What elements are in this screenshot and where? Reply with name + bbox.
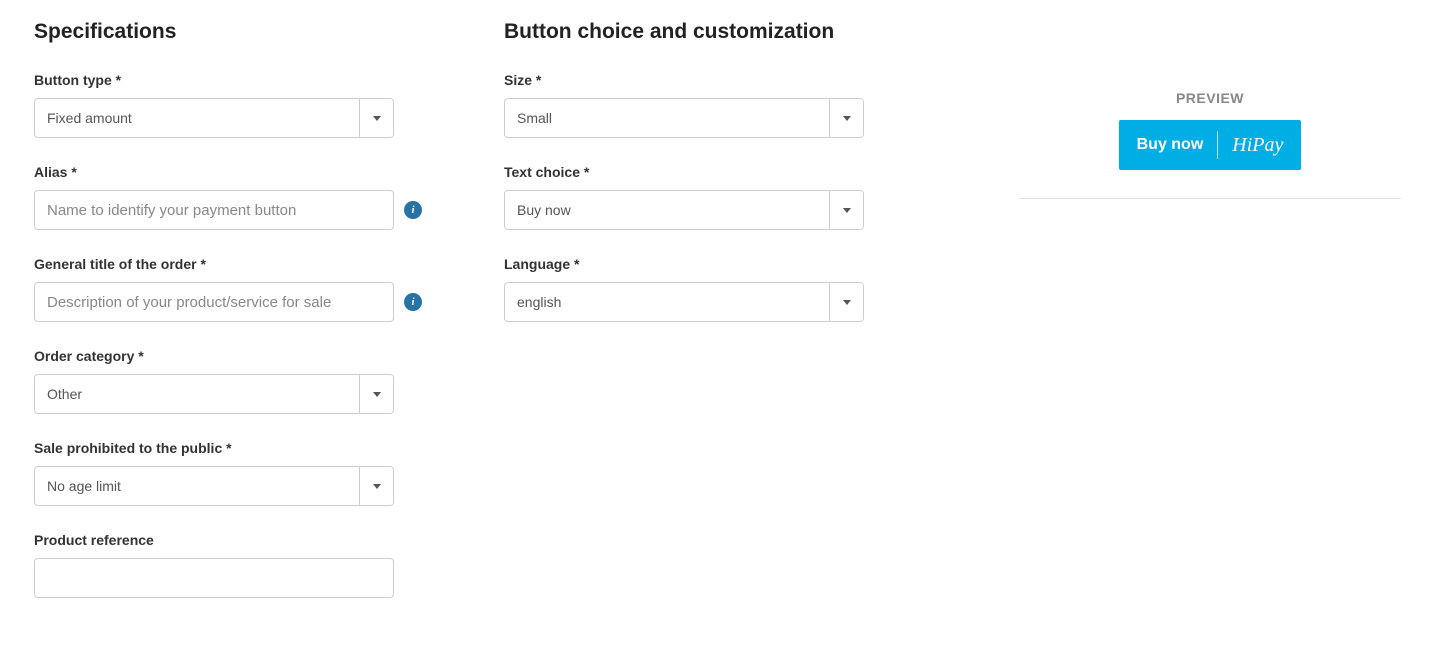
alias-field: Alias * i bbox=[34, 164, 464, 230]
product-reference-input-wrap bbox=[34, 558, 394, 598]
chevron-down-icon bbox=[373, 116, 381, 121]
divider-icon bbox=[1217, 131, 1218, 159]
preview-title: PREVIEW bbox=[1019, 90, 1401, 106]
sale-prohibited-field: Sale prohibited to the public * No age l… bbox=[34, 440, 464, 506]
language-label: Language * bbox=[504, 256, 899, 272]
buy-now-text: Buy now bbox=[1137, 136, 1204, 154]
alias-input-wrap bbox=[34, 190, 394, 230]
size-value: Small bbox=[505, 99, 829, 137]
chevron-down-icon bbox=[843, 116, 851, 121]
general-title-field: General title of the order * i bbox=[34, 256, 464, 322]
info-icon[interactable]: i bbox=[404, 293, 422, 311]
order-category-select[interactable]: Other bbox=[34, 374, 394, 414]
sale-prohibited-caret[interactable] bbox=[359, 467, 393, 505]
order-category-label: Order category * bbox=[34, 348, 464, 364]
text-choice-label: Text choice * bbox=[504, 164, 899, 180]
language-select[interactable]: english bbox=[504, 282, 864, 322]
product-reference-input[interactable] bbox=[35, 559, 393, 597]
size-label: Size * bbox=[504, 72, 899, 88]
sale-prohibited-label: Sale prohibited to the public * bbox=[34, 440, 464, 456]
text-choice-select[interactable]: Buy now bbox=[504, 190, 864, 230]
general-title-input-wrap bbox=[34, 282, 394, 322]
general-title-input[interactable] bbox=[35, 283, 393, 321]
general-title-label: General title of the order * bbox=[34, 256, 464, 272]
specifications-heading: Specifications bbox=[34, 20, 464, 44]
chevron-down-icon bbox=[373, 392, 381, 397]
language-field: Language * english bbox=[504, 256, 899, 322]
sale-prohibited-select[interactable]: No age limit bbox=[34, 466, 394, 506]
button-type-field: Button type * Fixed amount bbox=[34, 72, 464, 138]
order-category-caret[interactable] bbox=[359, 375, 393, 413]
product-reference-field: Product reference bbox=[34, 532, 464, 598]
hipay-logo: HiPay bbox=[1232, 134, 1283, 157]
button-type-caret[interactable] bbox=[359, 99, 393, 137]
button-type-select[interactable]: Fixed amount bbox=[34, 98, 394, 138]
chevron-down-icon bbox=[843, 208, 851, 213]
size-caret[interactable] bbox=[829, 99, 863, 137]
alias-input[interactable] bbox=[35, 191, 393, 229]
alias-label: Alias * bbox=[34, 164, 464, 180]
info-icon[interactable]: i bbox=[404, 201, 422, 219]
language-caret[interactable] bbox=[829, 283, 863, 321]
language-value: english bbox=[505, 283, 829, 321]
button-type-value: Fixed amount bbox=[35, 99, 359, 137]
chevron-down-icon bbox=[843, 300, 851, 305]
button-type-label: Button type * bbox=[34, 72, 464, 88]
text-choice-field: Text choice * Buy now bbox=[504, 164, 899, 230]
size-select[interactable]: Small bbox=[504, 98, 864, 138]
buy-now-button[interactable]: Buy now HiPay bbox=[1119, 120, 1302, 170]
order-category-field: Order category * Other bbox=[34, 348, 464, 414]
customization-heading: Button choice and customization bbox=[504, 20, 899, 44]
preview-divider bbox=[1019, 198, 1401, 199]
text-choice-value: Buy now bbox=[505, 191, 829, 229]
product-reference-label: Product reference bbox=[34, 532, 464, 548]
order-category-value: Other bbox=[35, 375, 359, 413]
text-choice-caret[interactable] bbox=[829, 191, 863, 229]
chevron-down-icon bbox=[373, 484, 381, 489]
size-field: Size * Small bbox=[504, 72, 899, 138]
sale-prohibited-value: No age limit bbox=[35, 467, 359, 505]
preview-box: Buy now HiPay bbox=[1019, 120, 1401, 196]
